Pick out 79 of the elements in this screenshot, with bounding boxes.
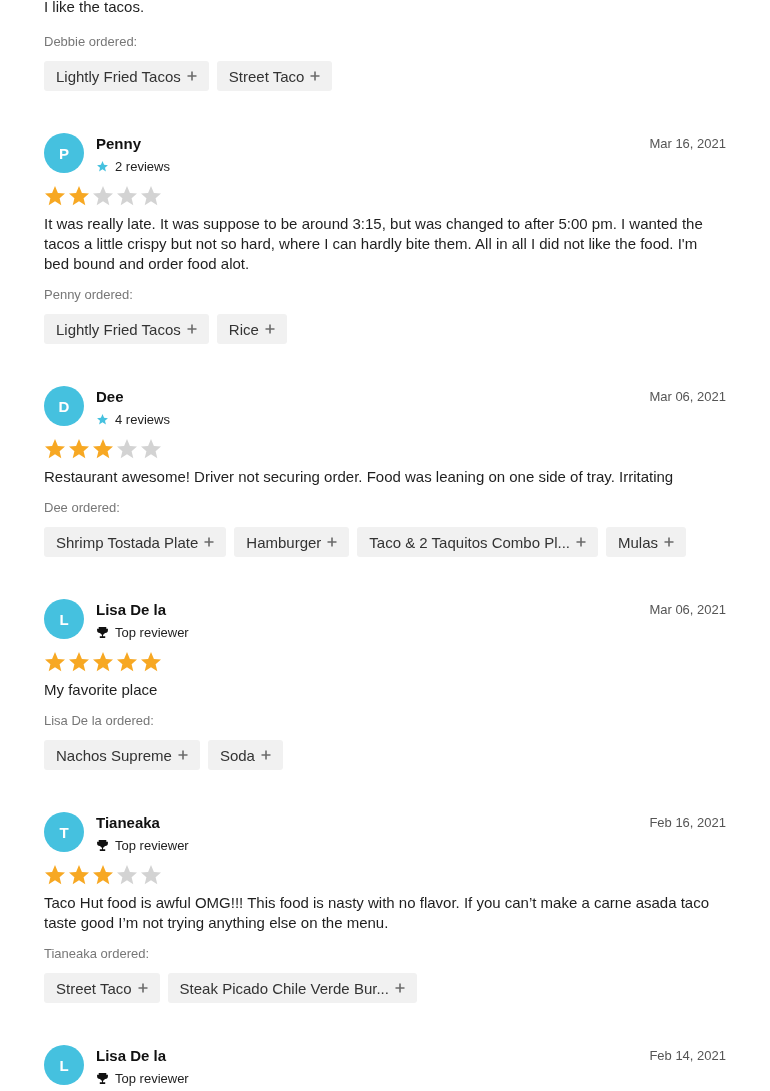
menu-item-button[interactable]: Lightly Fried Tacos — [44, 61, 209, 91]
review-text: Restaurant awesome! Driver not securing order. Food was leaning on one side of tray. Irritating — [44, 467, 675, 487]
trophy-icon — [96, 625, 109, 639]
rating-star-icon — [115, 863, 139, 887]
rating-star-icon — [91, 184, 115, 208]
rating-star-icon — [115, 184, 139, 208]
reviewer-name: Tianeaka — [96, 813, 161, 833]
menu-item-button[interactable]: Rice — [216, 314, 287, 344]
rating-star-icon — [43, 650, 67, 674]
ordered-label: Debbie ordered: — [44, 35, 139, 49]
trophy-icon — [96, 838, 109, 852]
plus-icon — [394, 983, 405, 993]
rating-star-icon — [139, 184, 163, 208]
rating-star-icon — [67, 863, 91, 887]
menu-item-button[interactable]: Shrimp Tostada Plate — [44, 527, 227, 557]
reviewer-name: Penny — [96, 134, 142, 154]
menu-item-button[interactable]: Soda — [207, 740, 283, 770]
review-text: I like the tacos. — [44, 0, 146, 17]
plus-icon — [186, 71, 197, 81]
plus-icon — [664, 537, 675, 547]
plus-icon — [137, 983, 148, 993]
plus-icon — [204, 537, 215, 547]
menu-item-button[interactable]: Mulas — [606, 527, 687, 557]
review-text: My favorite place — [44, 680, 159, 700]
star-icon — [96, 159, 109, 173]
reviewer-name: Lisa De la — [96, 600, 168, 620]
menu-item-button[interactable]: Taco & 2 Taquitos Combo Pl... — [357, 527, 598, 557]
badge-label: Top reviewer — [115, 837, 189, 853]
rating-star-icon — [91, 437, 115, 461]
reviewer-name: Dee — [96, 387, 125, 407]
badge-label: Top reviewer — [115, 624, 189, 640]
rating-star-icon — [115, 650, 139, 674]
ordered-label: Tianeaka ordered: — [44, 947, 151, 961]
avatar: T — [44, 812, 84, 852]
avatar: D — [44, 386, 84, 426]
menu-item-button[interactable]: Nachos Supreme — [44, 740, 200, 770]
review-date: Mar 06, 2021 — [649, 389, 726, 404]
plus-icon — [177, 750, 188, 760]
plus-icon — [264, 324, 275, 334]
rating-star-icon — [67, 650, 91, 674]
plus-icon — [576, 537, 586, 547]
badge-label: 2 reviews — [115, 158, 170, 174]
menu-item-button[interactable]: Lightly Fried Tacos — [44, 314, 209, 344]
rating-star-icon — [43, 184, 67, 208]
ordered-label: Penny ordered: — [44, 288, 134, 302]
badge-label: Top reviewer — [115, 1070, 189, 1086]
menu-item-button[interactable]: Street Taco — [216, 61, 333, 91]
badge-label: 4 reviews — [115, 411, 170, 427]
reviewer-name: Lisa De la — [96, 1046, 168, 1066]
menu-item-button[interactable]: Steak Picado Chile Verde Bur... — [167, 973, 417, 1003]
plus-icon — [327, 537, 338, 547]
avatar: L — [44, 1045, 84, 1085]
rating-star-icon — [115, 437, 139, 461]
rating-star-icon — [43, 863, 67, 887]
rating-star-icon — [91, 863, 115, 887]
plus-icon — [186, 324, 197, 334]
rating-star-icon — [91, 650, 115, 674]
avatar: L — [44, 599, 84, 639]
review-date: Mar 06, 2021 — [649, 602, 726, 617]
rating-star-icon — [139, 437, 163, 461]
review-date: Feb 16, 2021 — [649, 815, 726, 830]
rating-star-icon — [43, 437, 67, 461]
rating-star-icon — [139, 650, 163, 674]
plus-icon — [310, 71, 321, 81]
plus-icon — [260, 750, 271, 760]
ordered-label: Lisa De la ordered: — [44, 714, 155, 728]
avatar: P — [44, 133, 84, 173]
trophy-icon — [96, 1071, 109, 1085]
rating-star-icon — [139, 863, 163, 887]
ordered-label: Dee ordered: — [44, 501, 121, 515]
review-text: Taco Hut food is awful OMG!!! This food is nasty with no flavor. If you can’t make a carne asada taco taste good I’m not trying anything else on the menu. — [44, 893, 711, 933]
menu-item-button[interactable]: Street Taco — [44, 973, 160, 1003]
star-icon — [96, 412, 109, 426]
review-date: Feb 14, 2021 — [649, 1048, 726, 1063]
rating-star-icon — [67, 437, 91, 461]
review-date: Mar 16, 2021 — [649, 136, 726, 151]
menu-item-button[interactable]: Hamburger — [234, 527, 350, 557]
rating-star-icon — [67, 184, 91, 208]
review-text: It was really late. It was suppose to be around 3:15, but was changed to after 5:00 pm. I wanted the tacos a little crispy but not so hard, where I can hardly bite them. All in all I did not like the food. I'm bed bound and order food alot. — [44, 214, 704, 274]
